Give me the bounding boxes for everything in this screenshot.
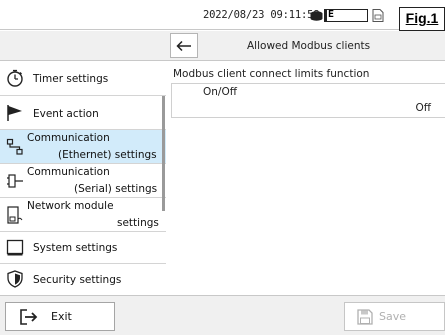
sidebar: Timer settings Event action Communicatio…: [0, 62, 166, 295]
flag-icon: [7, 105, 22, 121]
exit-button[interactable]: Exit: [5, 302, 115, 331]
sidebar-item-system-settings[interactable]: System settings: [0, 232, 166, 264]
save-button[interactable]: Save: [344, 302, 445, 331]
media-label: E: [328, 9, 335, 20]
exit-icon: [20, 309, 38, 325]
datetime-display: 2022/08/23 09:11:58: [203, 9, 320, 21]
network-module-icon: [7, 206, 23, 224]
back-button[interactable]: [170, 33, 198, 58]
save-label: Save: [379, 310, 407, 323]
sidebar-item-label: Communication: [27, 132, 110, 144]
sidebar-item-label: Security settings: [33, 274, 122, 286]
bottom-bar: Exit Save: [0, 295, 445, 335]
page-title: Allowed Modbus clients: [247, 40, 371, 52]
serial-connector-icon: [7, 174, 23, 188]
sidebar-item-sublabel: (Serial) settings: [74, 183, 158, 195]
section-title: Modbus client connect limits function: [173, 68, 370, 80]
shield-icon: [7, 270, 23, 288]
figure-label: Fig.1: [399, 7, 445, 31]
monitor-icon: [6, 239, 24, 256]
save-icon: [357, 309, 373, 325]
on-off-setting-row[interactable]: On/Off Off: [171, 83, 445, 118]
stopwatch-icon: [7, 69, 23, 87]
document-icon: [372, 9, 384, 22]
settings-panel: Modbus client connect limits function On…: [166, 62, 445, 295]
network-icon: [6, 138, 23, 155]
sidebar-item-label: Communication: [27, 166, 110, 178]
setting-label: On/Off: [203, 86, 237, 98]
sidebar-item-event-action[interactable]: Event action: [0, 96, 166, 130]
sidebar-item-label: Timer settings: [33, 73, 109, 85]
media-usage-indicator: E: [324, 9, 368, 22]
sidebar-item-timer-settings[interactable]: Timer settings: [0, 62, 166, 96]
sidebar-item-sublabel: (Ethernet) settings: [58, 149, 157, 161]
sidebar-item-network-module[interactable]: Network module settings: [0, 198, 166, 232]
exit-label: Exit: [51, 310, 72, 323]
arrow-left-icon: [176, 40, 191, 51]
sidebar-item-label: Network module: [27, 200, 114, 212]
sidebar-item-label: Event action: [33, 108, 99, 120]
sidebar-item-communication-ethernet[interactable]: Communication (Ethernet) settings: [0, 130, 166, 164]
status-bar: 2022/08/23 09:11:58 E Fig.1: [0, 0, 445, 31]
sidebar-item-label: System settings: [33, 242, 118, 254]
sidebar-scrollbar[interactable]: [162, 96, 165, 211]
sidebar-item-sublabel: settings: [117, 217, 159, 229]
header-bar: Allowed Modbus clients: [0, 31, 445, 61]
disk-icon: [310, 11, 323, 21]
setting-value: Off: [415, 102, 432, 114]
sidebar-item-security-settings[interactable]: Security settings: [0, 264, 166, 295]
sidebar-item-communication-serial[interactable]: Communication (Serial) settings: [0, 164, 166, 198]
